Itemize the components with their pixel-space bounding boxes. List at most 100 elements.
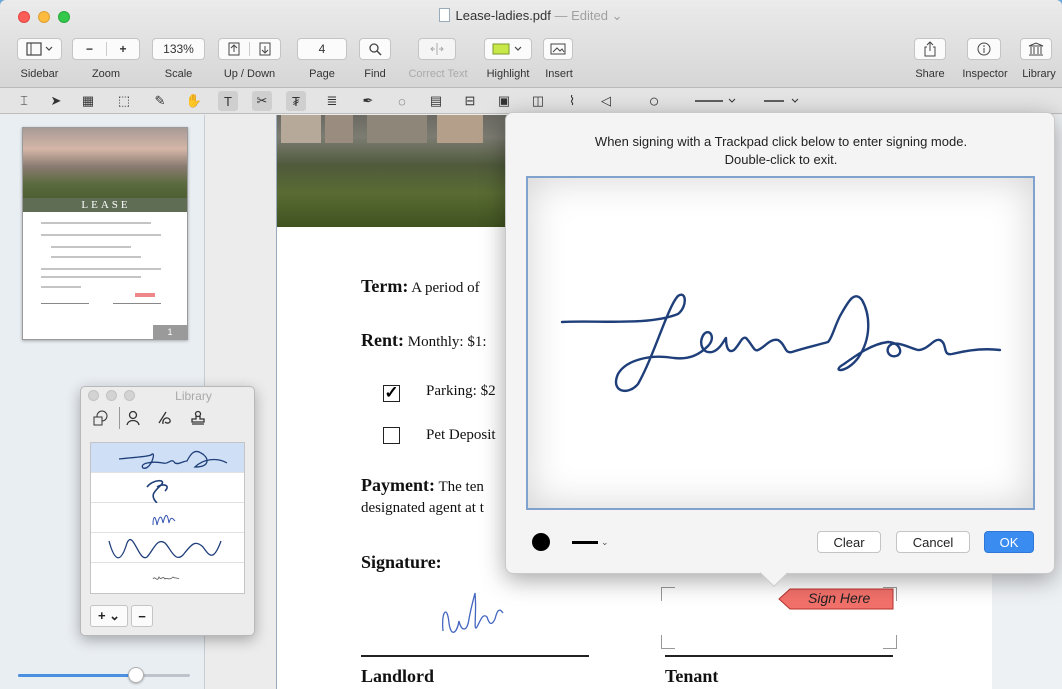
list-item[interactable] xyxy=(91,473,244,504)
sign-here-label: Sign Here xyxy=(808,590,871,606)
parking-checkbox[interactable]: ✓ xyxy=(383,384,400,402)
sidebar-label: Sidebar xyxy=(20,68,59,80)
updown-label: Up / Down xyxy=(223,68,276,80)
parking-text: Parking: $2 xyxy=(426,383,496,399)
thumbnail-text-line xyxy=(41,234,161,236)
ink-color-picker[interactable] xyxy=(532,533,550,551)
annotation-toolbar: ⌶ ➤ ▦ ⬚ ✎ ✋ T ✂ ₮ ≣ ✒ ◌ ▤ ⊟ ▣ ◫ ⌇ ◁ ○ xyxy=(0,88,1062,114)
term-line: Term: A period of xyxy=(361,276,480,296)
inspector-button[interactable] xyxy=(967,38,1001,60)
term-label: Term: xyxy=(361,276,409,296)
library-stamps-tab[interactable] xyxy=(185,407,211,429)
strikeout-tool-icon[interactable]: ✂ xyxy=(252,91,272,111)
drawn-signature-jane-doe xyxy=(560,293,1002,393)
correct-text-button[interactable] xyxy=(418,38,456,60)
scale-label: Scale xyxy=(164,68,193,80)
sidebar-icon xyxy=(25,42,52,56)
line-style-dropdown[interactable] xyxy=(690,91,742,111)
typewriter-tool-icon[interactable]: T xyxy=(218,91,238,111)
edited-status[interactable]: — Edited ⌄ xyxy=(555,8,623,23)
photo-house xyxy=(281,115,321,143)
slider-knob[interactable] xyxy=(128,667,144,683)
list-item[interactable] xyxy=(91,533,244,563)
stamp-icon xyxy=(191,410,205,425)
highlight-button[interactable] xyxy=(484,38,532,60)
library-label: Library xyxy=(1022,68,1056,80)
thumbnail-text-line xyxy=(41,268,161,270)
audio-icon[interactable]: ◁ xyxy=(596,91,616,111)
stroke-color-circle-icon[interactable]: ○ xyxy=(644,91,664,111)
pen-sign-icon xyxy=(158,411,171,425)
attachment-icon[interactable]: ⌇ xyxy=(562,91,582,111)
thumbnail-sig-line xyxy=(113,303,161,304)
ok-button[interactable]: OK xyxy=(984,531,1034,553)
scale-field[interactable]: 133% xyxy=(152,38,205,60)
photo-house xyxy=(325,115,353,143)
clear-button[interactable]: Clear xyxy=(817,531,881,553)
share-icon xyxy=(924,41,936,57)
hand-tool-icon[interactable]: ✋ xyxy=(184,91,204,111)
library-notes-tab[interactable] xyxy=(151,407,177,429)
zoom-out-button[interactable]: − xyxy=(73,42,106,56)
find-button[interactable] xyxy=(359,38,391,60)
library-panel: Library + ⌄ − xyxy=(80,386,255,636)
zoom-in-button[interactable]: + xyxy=(105,42,139,56)
library-signatures-tab[interactable] xyxy=(119,407,145,429)
arrow-down-box-icon xyxy=(259,42,271,56)
find-label: Find xyxy=(364,68,386,80)
page-thumbnail[interactable]: LEASE 1 xyxy=(22,127,188,340)
stamp-tool-icon[interactable]: ◫ xyxy=(528,91,548,111)
up-down-control xyxy=(218,38,281,60)
list-item[interactable] xyxy=(91,443,244,473)
share-button[interactable] xyxy=(914,38,946,60)
text-select-tool-icon[interactable]: ⌶ xyxy=(14,91,34,111)
sidebar-button[interactable] xyxy=(17,38,62,60)
signing-instruction-2: Double-click to exit. xyxy=(724,152,838,167)
thumbnail-size-slider[interactable] xyxy=(18,667,190,683)
magnifier-icon xyxy=(369,43,382,56)
signature-pad[interactable] xyxy=(526,176,1035,510)
pointer-tool-icon[interactable]: ➤ xyxy=(46,91,66,111)
tenant-field-bracket xyxy=(661,635,675,649)
library-shapes-tab[interactable] xyxy=(87,407,113,429)
speech-bubble-icon[interactable]: ◌ xyxy=(392,91,412,111)
text-box-select-icon[interactable]: ▦ xyxy=(78,91,98,111)
cancel-button[interactable]: Cancel xyxy=(896,531,970,553)
saved-signature-small xyxy=(152,515,176,526)
rect-select-icon[interactable]: ⬚ xyxy=(114,91,134,111)
payment-label: Payment: xyxy=(361,475,435,495)
pencil-tool-icon[interactable]: ✎ xyxy=(150,91,170,111)
insert-label: Insert xyxy=(545,68,573,80)
share-label: Share xyxy=(915,68,945,80)
tenant-signature-line[interactable] xyxy=(665,655,893,657)
insert-button[interactable] xyxy=(543,38,573,60)
list-item[interactable] xyxy=(91,563,244,593)
text-cursor-icon xyxy=(430,43,444,55)
sign-here-flag[interactable]: Sign Here xyxy=(778,588,895,610)
photo-house xyxy=(437,115,483,143)
stroke-width-icon xyxy=(572,541,598,544)
person-icon xyxy=(125,410,140,426)
photo-house xyxy=(367,115,427,143)
page-down-button[interactable] xyxy=(249,42,280,56)
underline-tool-icon[interactable]: ₮ xyxy=(286,91,306,111)
list-item[interactable] xyxy=(91,503,244,533)
pet-deposit-text: Pet Deposit xyxy=(426,427,496,443)
line-end-dropdown[interactable] xyxy=(760,91,804,111)
note-tool-icon[interactable]: ▤ xyxy=(426,91,446,111)
page-up-button[interactable] xyxy=(219,42,249,56)
text-list-tool-icon[interactable]: ≣ xyxy=(322,91,342,111)
add-signature-button[interactable]: + ⌄ xyxy=(90,605,128,627)
page-label: Page xyxy=(309,68,335,80)
box-tool-icon[interactable]: ▣ xyxy=(494,91,514,111)
marker-tool-icon[interactable]: ✒ xyxy=(358,91,378,111)
inspector-label: Inspector xyxy=(962,68,1008,80)
thumbnail-text-line xyxy=(51,246,131,248)
remove-signature-button[interactable]: − xyxy=(131,605,153,627)
stroke-width-dropdown[interactable]: ⌄ xyxy=(572,535,612,549)
page-field[interactable]: 4 xyxy=(297,38,347,60)
library-button[interactable] xyxy=(1020,38,1052,60)
pet-deposit-checkbox[interactable] xyxy=(383,427,400,444)
text-field-icon[interactable]: ⊟ xyxy=(460,91,480,111)
thumbnail-banner: LEASE xyxy=(23,198,187,212)
